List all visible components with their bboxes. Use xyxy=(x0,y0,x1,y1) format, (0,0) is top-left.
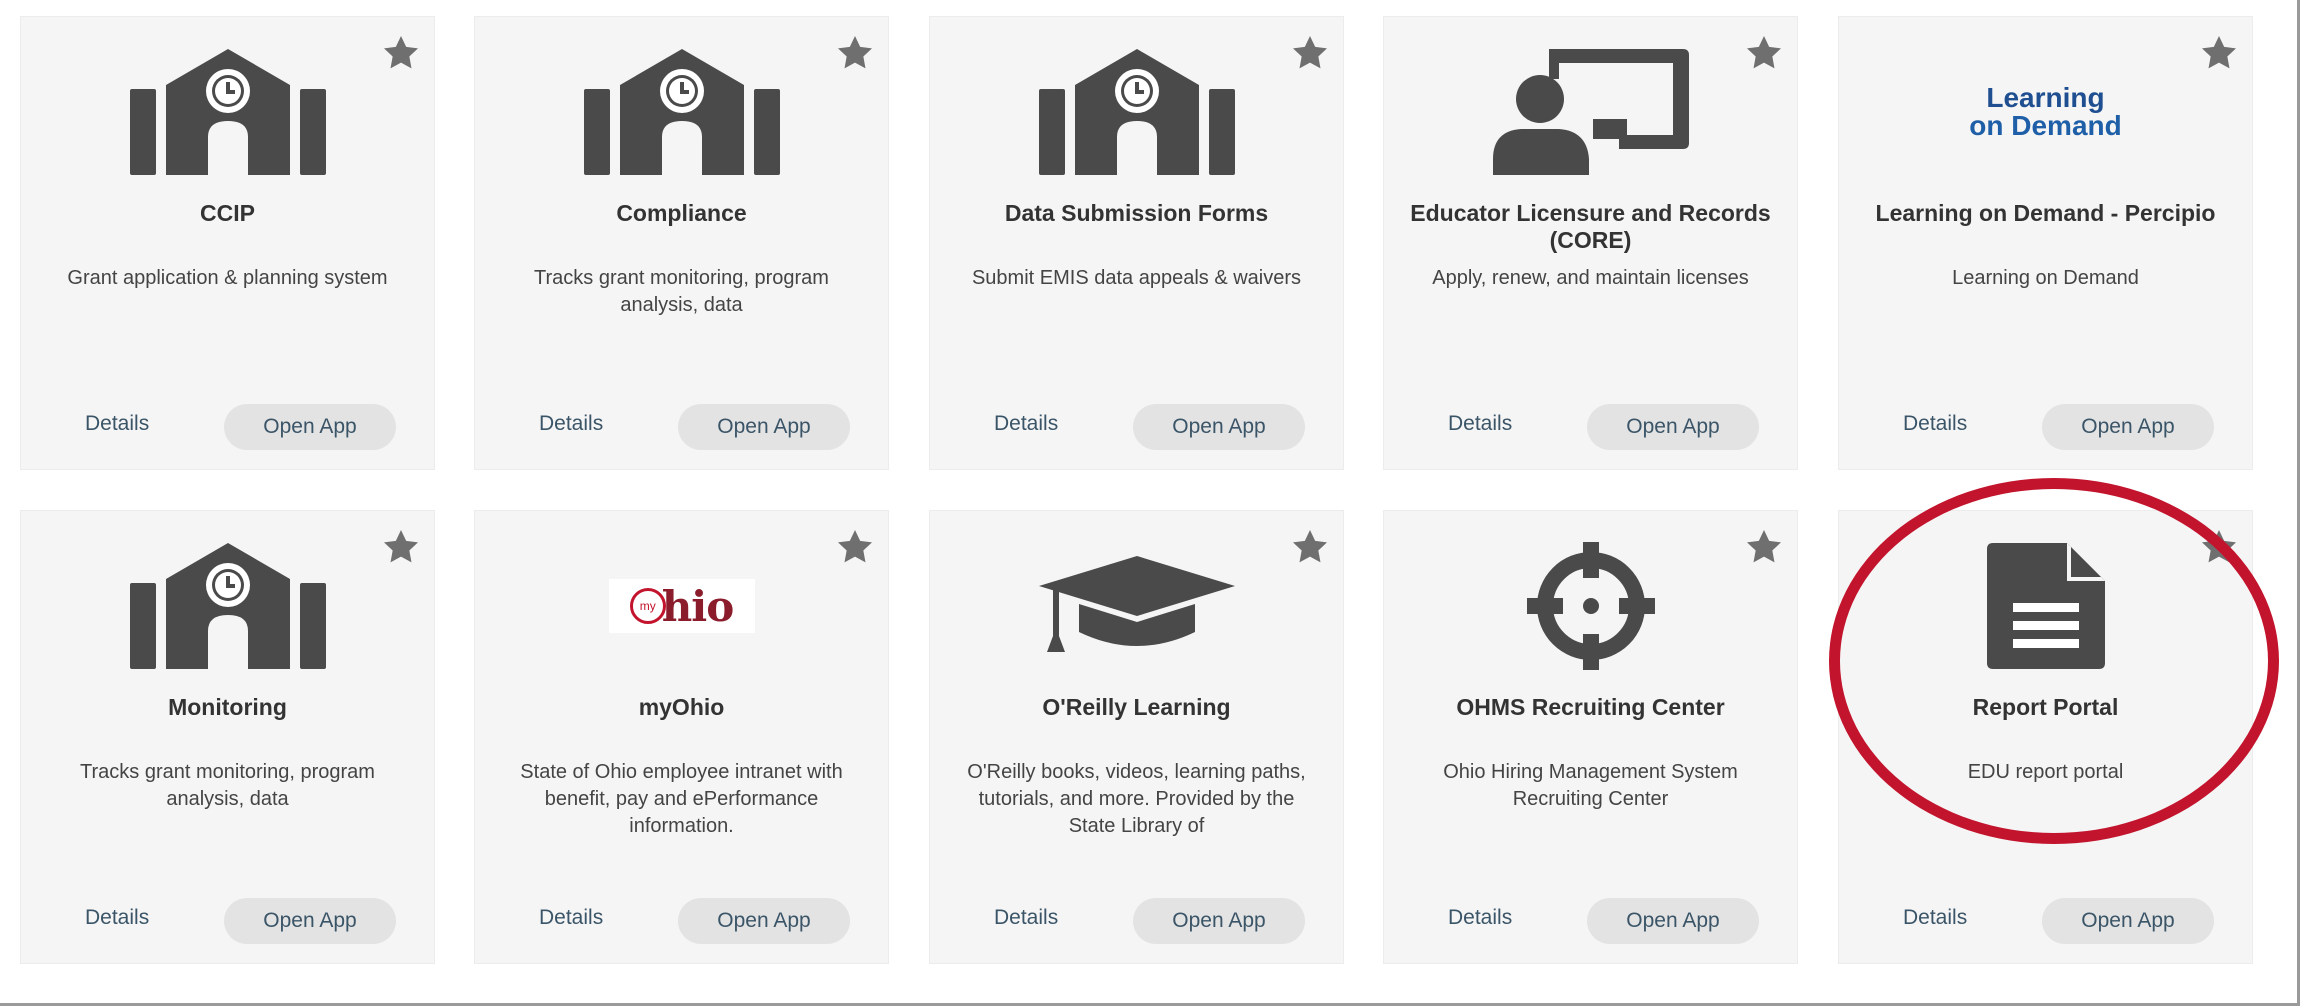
app-card-educator-licensure: Educator Licensure and Records (CORE) Ap… xyxy=(1383,16,1798,470)
app-tile-page: CCIP Grant application & planning system… xyxy=(0,0,2300,1006)
logo-line-2: on Demand xyxy=(1969,110,2122,141)
details-link[interactable]: Details xyxy=(539,906,603,930)
app-card-ohms-recruiting: OHMS Recruiting Center Ohio Hiring Manag… xyxy=(1383,510,1798,964)
app-title: OHMS Recruiting Center xyxy=(1456,694,1725,720)
app-title: Report Portal xyxy=(1972,694,2119,720)
app-title: O'Reilly Learning xyxy=(1042,694,1231,720)
app-description: EDU report portal xyxy=(1967,761,2124,783)
app-card-monitoring: Monitoring Tracks grant monitoring, prog… xyxy=(20,510,435,964)
open-app-button[interactable]: Open App xyxy=(1133,898,1305,944)
app-title: myOhio xyxy=(638,694,725,720)
app-description: Ohio Hiring Management System Recruiting… xyxy=(1443,761,1738,810)
app-card-oreilly-learning: O'Reilly Learning O'Reilly books, videos… xyxy=(929,510,1344,964)
myohio-logo: my hio xyxy=(475,541,888,671)
app-card-data-submission-forms: Data Submission Forms Submit EMIS data a… xyxy=(929,16,1344,470)
details-link[interactable]: Details xyxy=(85,412,149,436)
app-description: Tracks grant monitoring, program analysi… xyxy=(80,761,375,810)
details-link[interactable]: Details xyxy=(85,906,149,930)
presenter-board-icon xyxy=(1384,47,1797,177)
app-description: O'Reilly books, videos, learning paths, … xyxy=(967,761,1306,837)
app-card-myohio: my hio myOhio State of Ohio employee int… xyxy=(474,510,889,964)
logo-text: hio xyxy=(661,581,735,631)
app-card-compliance: Compliance Tracks grant monitoring, prog… xyxy=(474,16,889,470)
school-building-icon xyxy=(21,47,434,177)
graduation-cap-icon xyxy=(930,541,1343,671)
app-title: Compliance xyxy=(616,200,747,226)
open-app-button[interactable]: Open App xyxy=(2042,898,2214,944)
details-link[interactable]: Details xyxy=(539,412,603,436)
app-card-ccip: CCIP Grant application & planning system… xyxy=(20,16,435,470)
learning-on-demand-logo: Learning on Demand xyxy=(1839,47,2252,177)
open-app-button[interactable]: Open App xyxy=(678,898,850,944)
details-link[interactable]: Details xyxy=(1448,906,1512,930)
document-icon xyxy=(1839,541,2252,671)
details-link[interactable]: Details xyxy=(1448,412,1512,436)
app-title: Educator Licensure and Records (CORE) xyxy=(1410,200,1771,253)
app-title: Data Submission Forms xyxy=(1004,200,1269,226)
app-description: State of Ohio employee intranet with ben… xyxy=(520,761,843,837)
app-title: Monitoring xyxy=(168,694,287,720)
school-building-icon xyxy=(475,47,888,177)
details-link[interactable]: Details xyxy=(1903,412,1967,436)
open-app-button[interactable]: Open App xyxy=(678,404,850,450)
details-link[interactable]: Details xyxy=(994,412,1058,436)
app-grid: CCIP Grant application & planning system… xyxy=(0,0,2300,1006)
open-app-button[interactable]: Open App xyxy=(1133,404,1305,450)
app-description: Apply, renew, and maintain licenses xyxy=(1432,267,1749,289)
open-app-button[interactable]: Open App xyxy=(224,898,396,944)
app-card-report-portal: Report Portal EDU report portal Details … xyxy=(1838,510,2253,964)
app-description: Learning on Demand xyxy=(1952,267,2139,289)
app-description: Tracks grant monitoring, program analysi… xyxy=(534,267,829,316)
app-description: Grant application & planning system xyxy=(67,267,388,289)
open-app-button[interactable]: Open App xyxy=(1587,404,1759,450)
app-title: CCIP xyxy=(200,200,255,226)
details-link[interactable]: Details xyxy=(994,906,1058,930)
details-link[interactable]: Details xyxy=(1903,906,1967,930)
school-building-icon xyxy=(930,47,1343,177)
logo-my-circle: my xyxy=(629,588,666,624)
logo-line-1: Learning xyxy=(1986,82,2105,113)
app-card-learning-on-demand: Learning on Demand Learning on Demand - … xyxy=(1838,16,2253,470)
app-description: Submit EMIS data appeals & waivers xyxy=(971,267,1302,289)
app-title: Learning on Demand - Percipio xyxy=(1875,200,2216,226)
open-app-button[interactable]: Open App xyxy=(1587,898,1759,944)
crosshairs-icon xyxy=(1384,541,1797,671)
school-building-icon xyxy=(21,541,434,671)
open-app-button[interactable]: Open App xyxy=(2042,404,2214,450)
open-app-button[interactable]: Open App xyxy=(224,404,396,450)
